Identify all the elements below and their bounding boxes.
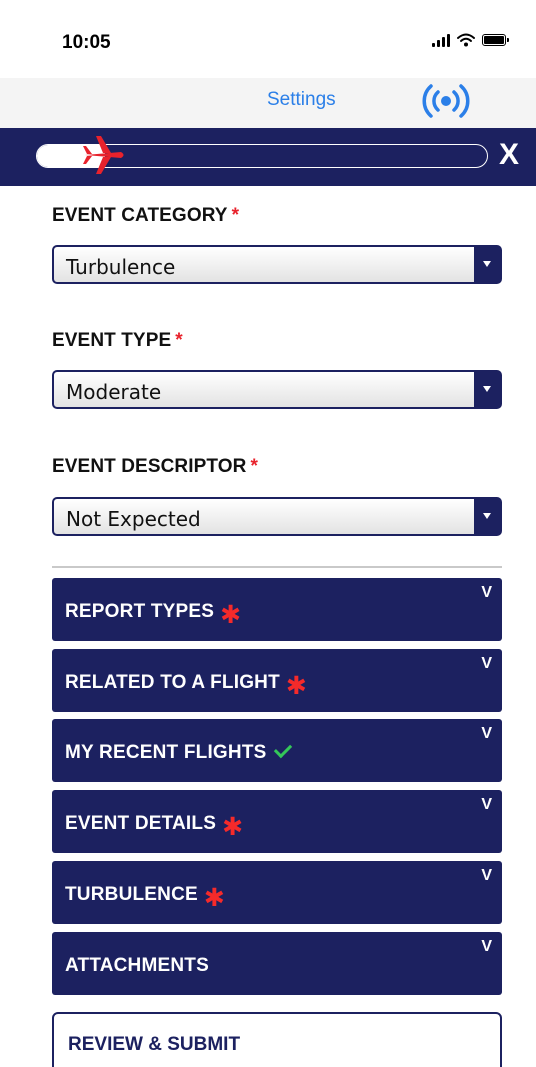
required-marker: *: [175, 330, 183, 351]
event-descriptor-label-text: EVENT DESCRIPTOR: [52, 456, 247, 477]
event-category-label-text: EVENT CATEGORY: [52, 205, 228, 226]
dropdown-arrow-icon: [474, 499, 500, 534]
section-related-to-a-flight[interactable]: RELATED TO A FLIGHT ✱ V: [52, 649, 502, 712]
wifi-icon: [457, 33, 475, 47]
close-button[interactable]: X: [499, 138, 519, 172]
signal-icon: [432, 33, 450, 47]
section-attachments[interactable]: ATTACHMENTS V: [52, 932, 502, 995]
status-bar: 10:05: [0, 0, 536, 78]
dropdown-arrow-icon: [474, 247, 500, 282]
event-type-label-text: EVENT TYPE: [52, 330, 172, 351]
section-title-text: MY RECENT FLIGHTS: [65, 742, 267, 763]
event-descriptor-label: EVENT DESCRIPTOR *: [52, 456, 258, 478]
required-star-icon: ✱: [222, 813, 244, 841]
section-title-text: TURBULENCE: [65, 884, 198, 905]
event-category-select[interactable]: Turbulence: [52, 245, 502, 284]
event-type-select[interactable]: Moderate: [52, 370, 502, 409]
chevron-down-icon: V: [481, 938, 492, 955]
event-type-label: EVENT TYPE *: [52, 330, 183, 352]
section-title: ATTACHMENTS: [65, 955, 209, 977]
section-title: MY RECENT FLIGHTS: [65, 739, 292, 764]
chevron-down-icon: V: [481, 796, 492, 813]
airplane-icon: [83, 136, 124, 174]
chevron-down-icon: V: [481, 655, 492, 672]
divider: [52, 566, 502, 568]
section-title: TURBULENCE ✱: [65, 884, 225, 911]
section-report-types[interactable]: REPORT TYPES ✱ V: [52, 578, 502, 641]
required-star-icon: ✱: [220, 601, 242, 629]
section-my-recent-flights[interactable]: MY RECENT FLIGHTS V: [52, 719, 502, 782]
progress-track: [36, 136, 488, 174]
chevron-down-icon: V: [481, 725, 492, 742]
checkmark-icon: [273, 739, 292, 759]
battery-icon: [482, 34, 509, 46]
event-category-value: Turbulence: [66, 255, 176, 279]
event-type-value: Moderate: [66, 380, 162, 404]
chevron-down-icon: V: [481, 584, 492, 601]
section-title-text: EVENT DETAILS: [65, 813, 217, 834]
event-category-label: EVENT CATEGORY *: [52, 205, 239, 227]
status-time: 10:05: [62, 32, 111, 53]
event-descriptor-value: Not Expected: [66, 507, 201, 531]
event-descriptor-select[interactable]: Not Expected: [52, 497, 502, 536]
section-title: REPORT TYPES ✱: [65, 601, 241, 628]
section-event-details[interactable]: EVENT DETAILS ✱ V: [52, 790, 502, 853]
chevron-down-icon: V: [481, 867, 492, 884]
broadcast-icon[interactable]: [418, 83, 474, 119]
settings-link[interactable]: Settings: [267, 89, 336, 111]
top-nav: Settings: [0, 78, 536, 128]
review-submit-button[interactable]: REVIEW & SUBMIT: [52, 1012, 502, 1067]
progress-band: X: [0, 128, 536, 186]
section-title-text: RELATED TO A FLIGHT: [65, 672, 280, 693]
section-title: RELATED TO A FLIGHT ✱: [65, 672, 307, 699]
required-marker: *: [250, 456, 258, 477]
section-turbulence[interactable]: TURBULENCE ✱ V: [52, 861, 502, 924]
required-star-icon: ✱: [285, 672, 308, 700]
required-marker: *: [231, 205, 240, 226]
section-title-text: REPORT TYPES: [65, 601, 215, 622]
review-submit-label: REVIEW & SUBMIT: [68, 1034, 241, 1055]
dropdown-arrow-icon: [474, 372, 500, 407]
status-icons: [432, 33, 509, 47]
section-title: EVENT DETAILS ✱: [65, 813, 243, 840]
section-title-text: ATTACHMENTS: [65, 955, 209, 976]
required-star-icon: ✱: [203, 884, 226, 912]
